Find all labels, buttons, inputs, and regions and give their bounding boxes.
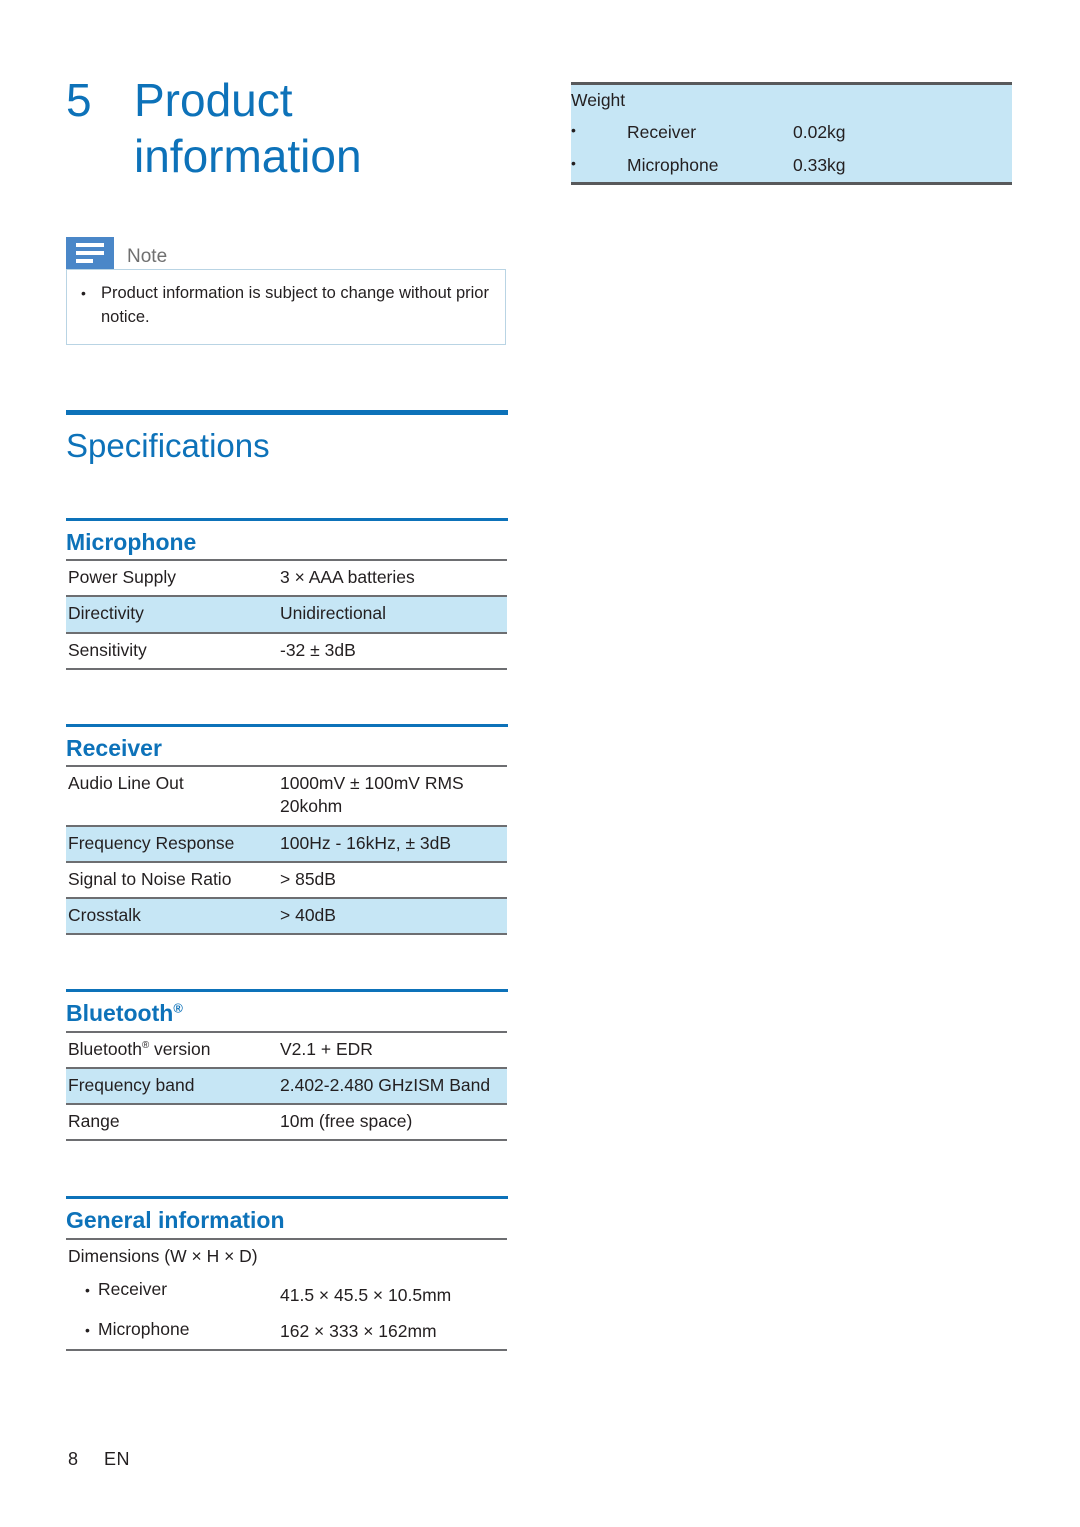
chapter-title-text: Product information — [134, 72, 536, 184]
registered-trademark-icon: ® — [173, 1000, 183, 1016]
chapter-number: 5 — [66, 74, 92, 126]
spec-key: Directivity — [66, 595, 278, 634]
subsection-title-bluetooth-text: Bluetooth — [66, 999, 174, 1026]
dimensions-item: • Microphone — [66, 1312, 278, 1351]
dimensions-item: • Receiver — [66, 1270, 278, 1313]
chapter-title-line-2: information — [134, 130, 362, 183]
dimensions-item-value: 41.5 × 45.5 × 10.5mm — [280, 1284, 452, 1305]
subsection-title-receiver: Receiver — [66, 734, 162, 761]
subsection-heading-receiver: Receiver — [66, 723, 508, 766]
table-row: Frequency band 2.402-2.480 GHzISM Band — [66, 1066, 507, 1105]
spec-value: 2.402-2.480 GHzISM Band — [278, 1066, 507, 1105]
spec-key: Crosstalk — [66, 896, 278, 935]
note-body: • Product information is subject to chan… — [66, 269, 506, 345]
table-row: • Receiver 0.02kg — [571, 117, 1012, 150]
registered-trademark-icon: ® — [141, 1039, 150, 1051]
page-footer: 8 EN — [68, 1449, 130, 1470]
language-code: EN — [104, 1449, 131, 1469]
table-row: Range 10m (free space) — [66, 1102, 507, 1141]
spec-value: 10m (free space) — [278, 1102, 507, 1141]
spec-key: Sensitivity — [66, 631, 278, 670]
note-text: Product information is subject to change… — [101, 284, 489, 326]
subsection-title-general-information: General information — [66, 1206, 285, 1233]
dimensions-item-label: Microphone — [98, 1318, 190, 1339]
spec-key: Frequency band — [66, 1066, 278, 1105]
bullet-icon: • — [571, 117, 627, 150]
table-row: • Microphone 0.33kg — [571, 149, 1012, 186]
table-row: Power Supply 3 × AAA batteries — [66, 559, 507, 597]
spec-table-receiver: Audio Line Out 1000mV ± 100mV RMS 20kohm… — [66, 765, 507, 935]
table-row: Audio Line Out 1000mV ± 100mV RMS 20kohm — [66, 765, 507, 827]
table-row: Signal to Noise Ratio > 85dB — [66, 860, 507, 899]
spec-key: Audio Line Out — [66, 765, 278, 827]
subsection-title-microphone: Microphone — [66, 528, 197, 555]
spec-table-bluetooth: Bluetooth® version V2.1 + EDR Frequency … — [66, 1030, 507, 1141]
note-icon — [66, 237, 114, 269]
table-row: • Receiver 41.5 × 45.5 × 10.5mm — [66, 1270, 507, 1313]
note-header: Note — [66, 237, 506, 269]
spec-key: Signal to Noise Ratio — [66, 860, 278, 899]
spec-key: Range — [66, 1102, 278, 1141]
chapter-title: 5 Product information — [66, 72, 536, 184]
weight-table: Weight • Receiver 0.02kg • Microphone 0.… — [571, 82, 1012, 186]
subsection-title-bluetooth: Bluetooth® — [66, 999, 508, 1031]
specifications-column: Specifications Microphone Power Supply 3… — [66, 410, 508, 1351]
table-row: Sensitivity -32 ± 3dB — [66, 631, 507, 670]
spec-value: 3 × AAA batteries — [278, 559, 507, 597]
weight-table-title: Weight — [571, 82, 1012, 118]
spec-table-general-information: Dimensions (W × H × D) • Receiver 41.5 ×… — [66, 1237, 507, 1351]
specifications-heading: Specifications — [66, 410, 508, 466]
weight-item-value: 0.02kg — [793, 117, 1012, 150]
bullet-icon: • — [85, 1281, 90, 1298]
subsection-heading-microphone: Microphone — [66, 517, 508, 560]
table-row: Frequency Response 100Hz - 16kHz, ± 3dB — [66, 824, 507, 863]
table-row: • Microphone 162 × 333 × 162mm — [66, 1312, 507, 1351]
table-row: Weight — [571, 82, 1012, 118]
weight-item-value: 0.33kg — [793, 149, 1012, 186]
table-row: Crosstalk > 40dB — [66, 896, 507, 935]
table-row: Dimensions (W × H × D) — [66, 1237, 507, 1270]
weight-item-label: Receiver — [627, 117, 793, 150]
spec-key: Bluetooth® version — [66, 1030, 278, 1069]
spec-value: > 85dB — [278, 860, 507, 899]
spec-value: 1000mV ± 100mV RMS 20kohm — [278, 765, 507, 827]
note-list-item: • Product information is subject to chan… — [81, 282, 491, 330]
spec-value: V2.1 + EDR — [278, 1030, 507, 1069]
specifications-heading-text: Specifications — [66, 427, 270, 464]
bullet-icon: • — [81, 285, 86, 301]
subsection-heading-general-information: General information — [66, 1195, 508, 1238]
weight-column: Weight • Receiver 0.02kg • Microphone 0.… — [571, 82, 1012, 186]
page-number: 8 — [68, 1449, 79, 1469]
spec-key: Frequency Response — [66, 824, 278, 863]
spec-table-microphone: Power Supply 3 × AAA batteries Directivi… — [66, 559, 507, 670]
spec-key: Power Supply — [66, 559, 278, 597]
manual-page: 5 Product information Note • Product inf… — [0, 0, 1080, 1527]
dimensions-item-value: 162 × 333 × 162mm — [278, 1312, 507, 1351]
table-row: Directivity Unidirectional — [66, 595, 507, 634]
dimensions-item-label: Receiver — [98, 1278, 168, 1299]
weight-item-label: Microphone — [627, 149, 793, 186]
bullet-icon: • — [571, 149, 627, 186]
note-label: Note — [127, 246, 168, 267]
bullet-icon: • — [85, 1321, 90, 1338]
chapter-title-line-1: Product — [134, 74, 293, 126]
table-row: Bluetooth® version V2.1 + EDR — [66, 1030, 507, 1069]
spec-value: Unidirectional — [278, 595, 507, 634]
dimensions-label: Dimensions (W × H × D) — [66, 1237, 507, 1270]
subsection-heading-bluetooth: Bluetooth® — [66, 988, 508, 1031]
note-callout: Note • Product information is subject to… — [66, 237, 506, 345]
spec-value: -32 ± 3dB — [278, 631, 507, 670]
spec-value: 100Hz - 16kHz, ± 3dB — [278, 824, 507, 863]
spec-value: > 40dB — [278, 896, 507, 935]
